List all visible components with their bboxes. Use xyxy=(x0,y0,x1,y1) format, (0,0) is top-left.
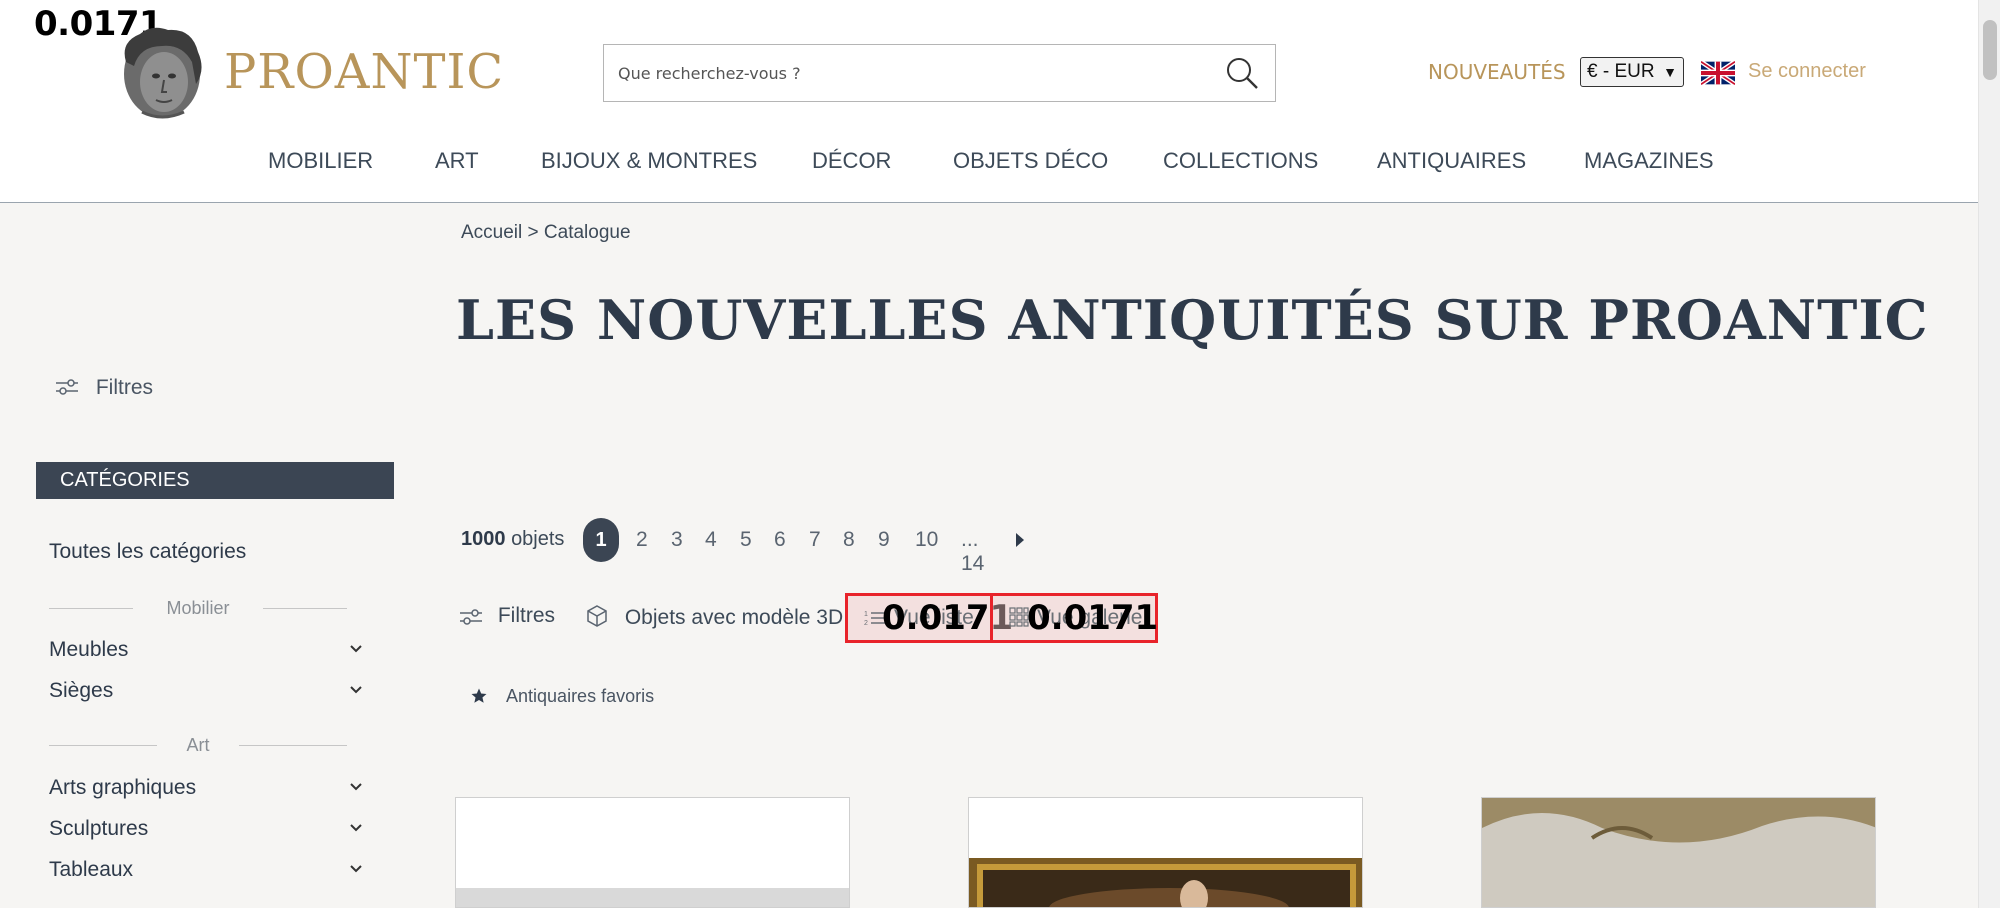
product-image[interactable] xyxy=(456,888,849,907)
view-gallery-overlay-value: 0.0171 xyxy=(1027,598,1159,638)
breadcrumb-separator: > xyxy=(527,222,539,243)
results-count-suffix: objets xyxy=(511,528,565,550)
page-link-7[interactable]: 7 xyxy=(809,528,821,552)
page-link-6[interactable]: 6 xyxy=(774,528,786,552)
breadcrumb: Accueil > Catalogue xyxy=(461,222,631,244)
nav-item-bijoux-montres[interactable]: BIJOUX & MONTRES xyxy=(541,148,757,174)
logo-head-icon[interactable] xyxy=(112,22,208,122)
toolbar-3d-models-toggle[interactable]: Objets avec modèle 3D xyxy=(585,604,843,630)
view-gallery-button[interactable]: Vue galerie 0.0171 xyxy=(990,593,1158,643)
nav-item-magazines[interactable]: MAGAZINES xyxy=(1584,148,1714,174)
search-input[interactable] xyxy=(618,45,1198,101)
search-icon[interactable] xyxy=(1224,55,1260,91)
breadcrumb-home[interactable]: Accueil xyxy=(461,222,522,243)
group-separator-mobilier: Mobilier xyxy=(49,598,347,618)
sidebar-filters-button[interactable]: Filtres xyxy=(56,376,153,400)
currency-value: € - EUR xyxy=(1587,61,1655,82)
chevron-down-icon: ▼ xyxy=(1663,64,1677,80)
results-count: 1000 objets xyxy=(461,528,564,551)
toolbar-filters-label: Filtres xyxy=(497,604,556,627)
grid-view-icon xyxy=(1009,607,1029,627)
page-link-4[interactable]: 4 xyxy=(705,528,717,552)
sidebar-item-label: Arts graphiques xyxy=(49,776,197,799)
view-list-button[interactable]: 1 2 Vue liste 0.0171 xyxy=(845,593,1013,643)
site-header: 0.0171 PROANTIC NOUVEAUTÉS € - EUR ▼ Se … xyxy=(0,0,1978,203)
svg-text:2: 2 xyxy=(864,620,868,627)
scrollbar-thumb[interactable] xyxy=(1983,20,1997,80)
sidebar-item-arts-graphiques[interactable]: Arts graphiques xyxy=(49,776,364,800)
uk-flag-icon[interactable] xyxy=(1701,60,1735,86)
chevron-down-icon[interactable] xyxy=(348,683,364,695)
product-card[interactable] xyxy=(455,797,850,908)
main-nav: MOBILIER ART BIJOUX & MONTRES DÉCOR OBJE… xyxy=(0,148,1978,188)
chevron-down-icon[interactable] xyxy=(348,642,364,654)
filter-sliders-icon xyxy=(460,609,482,625)
sidebar-item-sculptures[interactable]: Sculptures xyxy=(49,817,364,841)
page-link-9[interactable]: 9 xyxy=(878,528,890,552)
sidebar-item-tableaux[interactable]: Tableaux xyxy=(49,858,364,882)
sidebar-item-sieges[interactable]: Sièges xyxy=(49,679,364,703)
filter-sliders-icon xyxy=(56,379,78,395)
breadcrumb-current: Catalogue xyxy=(543,222,631,243)
search-box xyxy=(603,44,1276,102)
next-page-icon[interactable] xyxy=(1015,532,1025,548)
page-link-8[interactable]: 8 xyxy=(843,528,855,552)
toolbar-3d-models-label: Objets avec modèle 3D xyxy=(624,606,844,629)
nouveautes-link[interactable]: NOUVEAUTÉS xyxy=(1428,60,1566,84)
logo-text[interactable]: PROANTIC xyxy=(224,44,504,100)
product-card[interactable] xyxy=(1481,797,1876,908)
page-link-5[interactable]: 5 xyxy=(740,528,752,552)
results-count-number: 1000 xyxy=(461,528,506,550)
nav-item-collections[interactable]: COLLECTIONS xyxy=(1163,148,1318,174)
login-link[interactable]: Se connecter xyxy=(1748,60,1866,83)
nav-item-mobilier[interactable]: MOBILIER xyxy=(268,148,373,174)
sidebar-item-label: Tableaux xyxy=(49,858,134,881)
sidebar-filters-label: Filtres xyxy=(95,376,154,399)
nav-item-decor[interactable]: DÉCOR xyxy=(812,148,891,174)
cube-3d-icon xyxy=(587,605,607,627)
categories-header: CATÉGORIES xyxy=(36,462,394,499)
nav-item-art[interactable]: ART xyxy=(435,148,479,174)
page-link-10[interactable]: 10 xyxy=(915,528,938,552)
sidebar-item-label: Sculptures xyxy=(49,817,149,840)
sidebar-item-label: Meubles xyxy=(49,638,129,661)
chevron-down-icon[interactable] xyxy=(348,821,364,833)
svg-text:1: 1 xyxy=(864,611,868,618)
page-title: LES NOUVELLES ANTIQUITÉS SUR PROANTIC xyxy=(456,288,1929,352)
product-card[interactable] xyxy=(968,797,1363,908)
sidebar-item-meubles[interactable]: Meubles xyxy=(49,638,364,662)
star-icon xyxy=(471,688,487,703)
favorite-dealers-toggle[interactable]: Antiquaires favoris xyxy=(470,686,654,707)
product-image[interactable] xyxy=(969,858,1363,908)
favorite-dealers-label: Antiquaires favoris xyxy=(506,686,655,706)
page-link-3[interactable]: 3 xyxy=(671,528,683,552)
chevron-down-icon[interactable] xyxy=(348,862,364,874)
sidebar-item-label: Sièges xyxy=(49,679,114,702)
nav-item-antiquaires[interactable]: ANTIQUAIRES xyxy=(1377,148,1526,174)
toolbar-filters-button[interactable]: Filtres xyxy=(460,604,555,628)
group-separator-art: Art xyxy=(49,735,347,755)
currency-select[interactable]: € - EUR ▼ xyxy=(1580,57,1684,87)
sidebar-item-all-categories[interactable]: Toutes les catégories xyxy=(49,540,246,564)
page-link-1[interactable]: 1 xyxy=(583,518,619,562)
page-scrollbar[interactable] xyxy=(1978,0,2000,908)
nav-item-objets-deco[interactable]: OBJETS DÉCO xyxy=(953,148,1108,174)
page-link-last[interactable]: ... 14 xyxy=(961,528,984,576)
page-link-2[interactable]: 2 xyxy=(636,528,648,552)
chevron-down-icon[interactable] xyxy=(348,780,364,792)
product-image[interactable] xyxy=(1482,798,1876,908)
